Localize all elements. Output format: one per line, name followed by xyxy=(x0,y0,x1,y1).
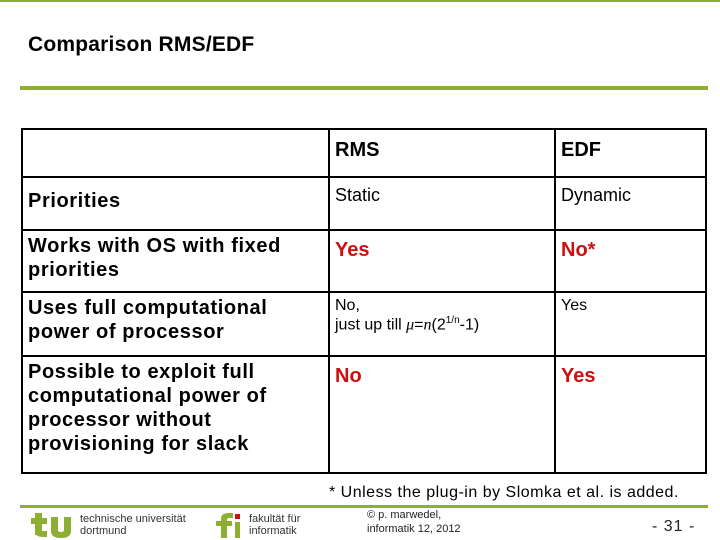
rms-cell: Static xyxy=(328,176,556,231)
slide-title: Comparison RMS/EDF xyxy=(28,33,255,56)
row-label: Possible to exploit full computational p… xyxy=(28,361,267,455)
header-cell-rms: RMS xyxy=(328,128,556,178)
rms-cell: No, just up till μ=n(21/n-1) xyxy=(328,291,556,357)
edf-value: Yes xyxy=(561,297,588,314)
row-label-cell: Possible to exploit full computational p… xyxy=(21,355,330,474)
tu-logo-icon xyxy=(31,513,71,538)
header-edf: EDF xyxy=(561,139,601,161)
row-label: Uses full computational power of process… xyxy=(28,297,268,343)
header-cell-empty xyxy=(21,128,330,178)
exponent: 1/n xyxy=(445,315,460,327)
row-label-cell: Priorities xyxy=(21,176,330,231)
footnote: * Unless the plug-in by Slomka et al. is… xyxy=(329,484,679,501)
edf-cell: Yes xyxy=(554,291,707,357)
page-number: - 31 - xyxy=(652,518,696,535)
copyright: © p. marwedel, informatik 12, 2012 xyxy=(367,509,461,535)
edf-cell: No* xyxy=(554,229,707,293)
university-name: technische universität dortmund xyxy=(80,513,186,537)
edf-cell: Dynamic xyxy=(554,176,707,231)
edf-value: Yes xyxy=(561,365,596,387)
edf-value: Dynamic xyxy=(561,185,632,205)
table-row: Possible to exploit full computational p… xyxy=(21,355,707,474)
top-accent-bar xyxy=(0,0,720,2)
comparison-table: RMS EDF Priorities Static Dynamic Works … xyxy=(21,128,707,474)
table-row: Works with OS with fixed priorities Yes … xyxy=(21,229,707,293)
header-rms: RMS xyxy=(335,139,380,161)
rms-value-line1: No, xyxy=(335,297,360,314)
table-header-row: RMS EDF xyxy=(21,128,707,178)
rms-cell: No xyxy=(328,355,556,474)
table-row: Uses full computational power of process… xyxy=(21,291,707,357)
row-label: Works with OS with fixed priorities xyxy=(28,235,281,281)
n-symbol: n xyxy=(423,316,432,334)
rms-cell: Yes xyxy=(328,229,556,293)
faculty-name: fakultät für informatik xyxy=(249,513,301,537)
rms-value: No xyxy=(335,365,362,387)
edf-cell: Yes xyxy=(554,355,707,474)
footer-divider xyxy=(20,505,708,508)
title-divider xyxy=(20,86,708,90)
mu-symbol: μ xyxy=(406,316,415,334)
fi-logo-icon xyxy=(216,513,240,538)
rms-value: Static xyxy=(335,185,381,205)
edf-value: No* xyxy=(561,239,596,261)
rms-value: Yes xyxy=(335,239,370,261)
row-label: Priorities xyxy=(28,190,121,212)
row-label-cell: Uses full computational power of process… xyxy=(21,291,330,357)
table-row: Priorities Static Dynamic xyxy=(21,176,707,231)
header-cell-edf: EDF xyxy=(554,128,707,178)
row-label-cell: Works with OS with fixed priorities xyxy=(21,229,330,293)
rms-value-line2: just up till μ=n(21/n-1) xyxy=(335,315,480,334)
